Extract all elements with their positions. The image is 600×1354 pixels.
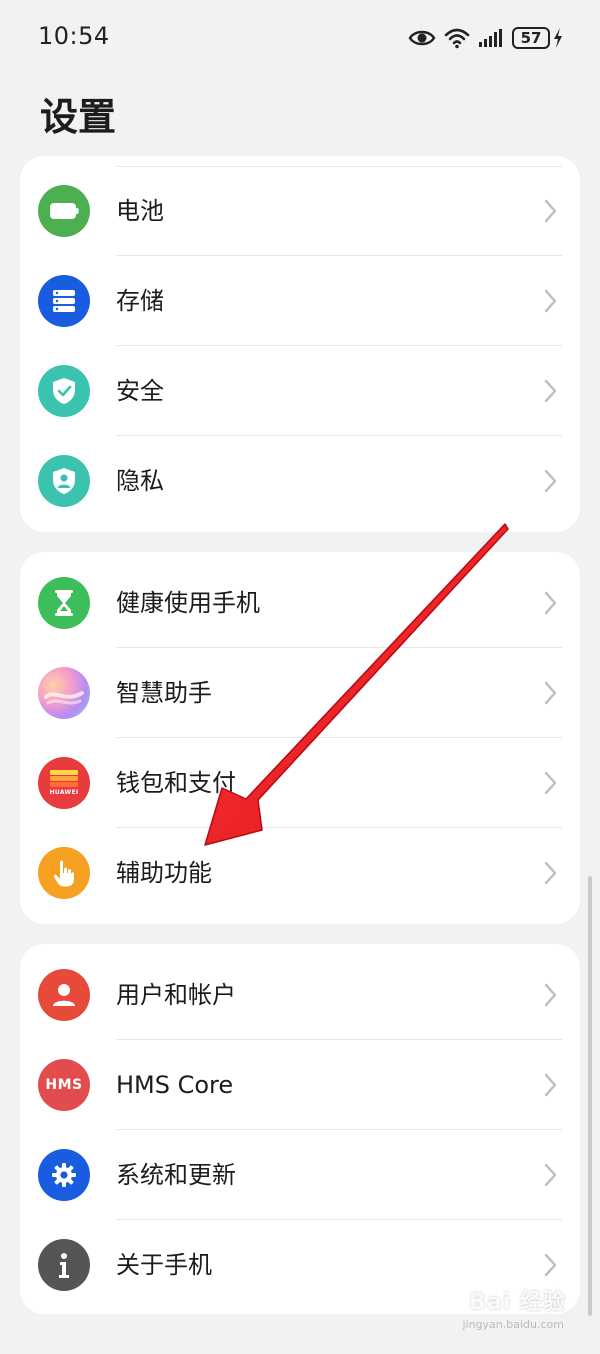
status-icons: 57 (408, 22, 564, 54)
chevron-right-icon (544, 861, 557, 885)
chevron-right-icon (544, 289, 557, 313)
status-time: 10:54 (38, 22, 110, 50)
settings-item-smart-assistant[interactable]: 智慧助手 (20, 648, 580, 738)
settings-item-label: 钱包和支付 (116, 769, 236, 797)
settings-item-label: 健康使用手机 (116, 589, 260, 617)
settings-group-1: 电池 存储 安全 隐私 (20, 156, 580, 532)
privacy-shield-icon (38, 455, 90, 507)
battery-indicator: 57 (512, 27, 564, 49)
chevron-right-icon (544, 1073, 557, 1097)
watermark-url: jingyan.baidu.com (462, 1318, 564, 1331)
chevron-right-icon (544, 681, 557, 705)
settings-group-3: 用户和帐户 HMS HMS Core 系统和更新 关于手机 (20, 944, 580, 1314)
settings-item-label: 安全 (116, 377, 164, 405)
settings-item-hms-core[interactable]: HMS HMS Core (20, 1040, 580, 1130)
chevron-right-icon (544, 771, 557, 795)
chevron-right-icon (544, 199, 557, 223)
hourglass-icon (38, 577, 90, 629)
chevron-right-icon (544, 379, 557, 403)
system-gear-icon (38, 1149, 90, 1201)
chevron-right-icon (544, 1253, 557, 1277)
eye-comfort-icon (408, 28, 436, 48)
chevron-right-icon (544, 1163, 557, 1187)
settings-item-label: 电池 (116, 197, 164, 225)
settings-item-label: 用户和帐户 (116, 981, 236, 1009)
accessibility-hand-icon (38, 847, 90, 899)
charging-icon (554, 28, 562, 48)
settings-item-label: 隐私 (116, 467, 164, 495)
battery-level: 57 (512, 27, 550, 49)
settings-item-battery[interactable]: 电池 (20, 166, 580, 256)
signal-icon (478, 28, 504, 48)
wifi-icon (444, 27, 470, 49)
huawei-wallet-icon: HUAWEI (38, 757, 90, 809)
security-shield-icon (38, 365, 90, 417)
settings-item-label: 关于手机 (116, 1251, 212, 1279)
settings-item-label: 辅助功能 (116, 859, 212, 887)
info-icon (38, 1239, 90, 1291)
huawei-wordmark: HUAWEI (49, 788, 79, 796)
chevron-right-icon (544, 983, 557, 1007)
status-bar: 10:54 57 (0, 0, 600, 76)
settings-item-accessibility[interactable]: 辅助功能 (20, 828, 580, 918)
settings-item-label: HMS Core (116, 1071, 234, 1099)
settings-item-label: 智慧助手 (116, 679, 212, 707)
settings-item-system-update[interactable]: 系统和更新 (20, 1130, 580, 1220)
settings-item-label: 系统和更新 (116, 1161, 236, 1189)
settings-group-2: 健康使用手机 智慧助手 HUAWEI 钱包和支付 辅助功能 (20, 552, 580, 924)
settings-item-users-accounts[interactable]: 用户和帐户 (20, 950, 580, 1040)
hms-icon: HMS (38, 1059, 90, 1111)
user-icon (38, 969, 90, 1021)
settings-item-wallet[interactable]: HUAWEI 钱包和支付 (20, 738, 580, 828)
chevron-right-icon (544, 469, 557, 493)
chevron-right-icon (544, 591, 557, 615)
storage-icon (38, 275, 90, 327)
settings-item-privacy[interactable]: 隐私 (20, 436, 580, 526)
scrollbar[interactable] (588, 876, 592, 1316)
smart-assistant-icon (38, 667, 90, 719)
hms-icon-text: HMS (45, 1077, 83, 1093)
page-title: 设置 (40, 95, 117, 139)
battery-icon (38, 185, 90, 237)
settings-item-label: 存储 (116, 287, 164, 315)
settings-item-storage[interactable]: 存储 (20, 256, 580, 346)
settings-item-security[interactable]: 安全 (20, 346, 580, 436)
watermark-brand: Bai 经验 (469, 1290, 566, 1315)
settings-item-digital-balance[interactable]: 健康使用手机 (20, 558, 580, 648)
